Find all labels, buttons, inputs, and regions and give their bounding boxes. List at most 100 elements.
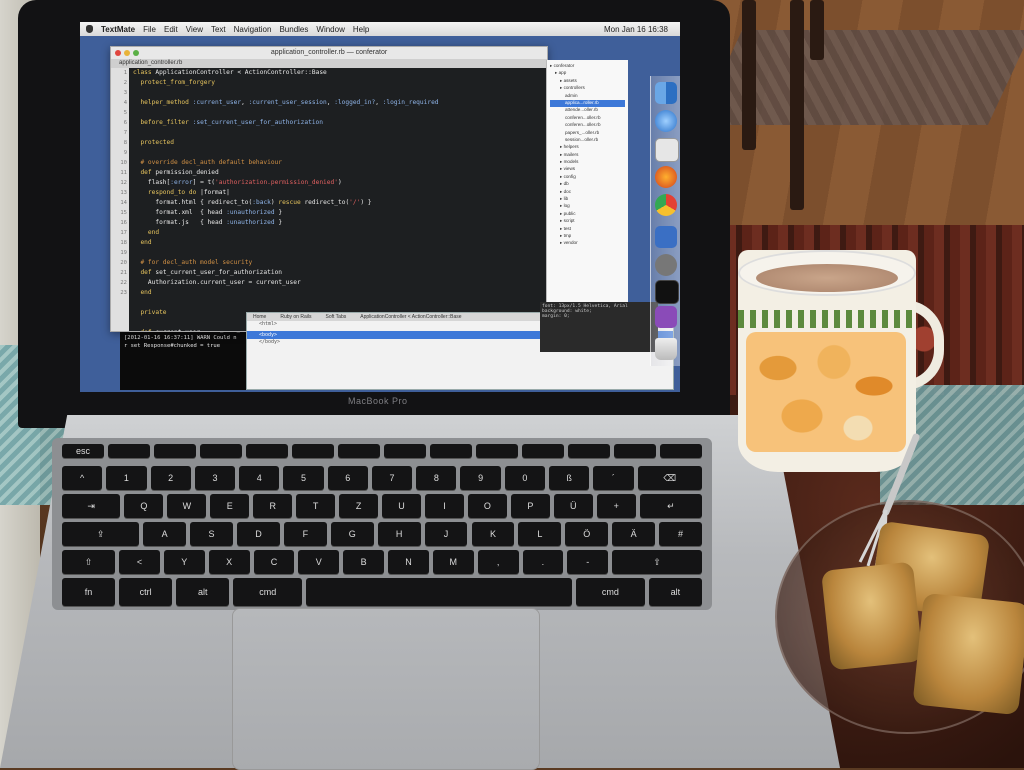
keyboard-key[interactable]: ⇥ [62, 494, 121, 518]
space-key[interactable] [306, 578, 572, 606]
code-line[interactable]: # for decl_auth model security [133, 258, 547, 268]
keyboard-key[interactable] [384, 444, 426, 458]
keyboard-key[interactable]: 7 [371, 466, 413, 490]
code-line[interactable] [133, 108, 547, 118]
chrome-icon[interactable] [655, 194, 677, 216]
code-line[interactable]: class ApplicationController < ActionCont… [133, 68, 547, 78]
trackpad[interactable] [232, 608, 540, 770]
menu-file[interactable]: File [143, 25, 156, 34]
code-line[interactable]: format.js { head :unauthorized } [133, 218, 547, 228]
keyboard-key[interactable]: Ö [565, 522, 609, 546]
network-icon[interactable] [655, 226, 677, 248]
keyboard-key[interactable] [568, 444, 610, 458]
file-tree-item[interactable]: attende...oller.rb [550, 107, 625, 114]
browser-tab[interactable]: ApplicationController < ActionController… [360, 313, 461, 321]
file-tree-item[interactable]: conferen...oller.rb [550, 115, 625, 122]
keyboard-key[interactable]: ^ [62, 466, 103, 490]
keyboard-key[interactable]: fn [62, 578, 116, 606]
finder-icon[interactable] [655, 82, 677, 104]
code-line[interactable] [133, 298, 547, 308]
keyboard-key[interactable]: + [596, 494, 636, 518]
keyboard-key[interactable]: - [567, 550, 609, 574]
code-line[interactable]: respond_to do |format| [133, 188, 547, 198]
keyboard-key[interactable] [200, 444, 242, 458]
code-line[interactable] [133, 128, 547, 138]
file-tree-item[interactable]: ▸ config [550, 174, 625, 181]
keyboard-key[interactable]: , [477, 550, 519, 574]
file-tree-item[interactable]: ▸ conferator [550, 63, 625, 70]
file-tree-item[interactable]: applica...roller.rb [550, 99, 625, 108]
keyboard-key[interactable] [522, 444, 564, 458]
code-line[interactable]: end [133, 238, 547, 248]
file-tree-item[interactable]: ▸ mailers [550, 152, 625, 159]
keyboard-key[interactable]: # [659, 522, 702, 546]
menu-clock[interactable]: Mon Jan 16 16:38 [604, 25, 680, 34]
keyboard-key[interactable]: 4 [239, 466, 280, 490]
keyboard-key[interactable]: alt [176, 578, 230, 606]
file-tree-item[interactable]: ▸ models [550, 159, 625, 166]
safari-icon[interactable] [655, 110, 677, 132]
file-tree-item[interactable]: ▸ vendor [550, 240, 625, 247]
file-tree-item[interactable]: ▸ tmp [550, 233, 625, 240]
code-line[interactable] [133, 148, 547, 158]
keyboard-key[interactable]: < [119, 550, 160, 574]
file-tree-item[interactable]: ▸ public [550, 211, 625, 218]
trash-icon[interactable] [655, 338, 677, 360]
file-tree-item[interactable]: admin [550, 93, 625, 100]
keyboard-key[interactable]: alt [648, 578, 702, 606]
code-line[interactable]: def set_current_user_for_authorization [133, 268, 547, 278]
menu-window[interactable]: Window [316, 25, 344, 34]
app-store-icon[interactable] [655, 306, 677, 328]
code-text[interactable]: class ApplicationController < ActionCont… [129, 68, 547, 331]
keyboard-key[interactable]: N [388, 550, 429, 574]
code-area[interactable]: 1 2 3 4 5 6 7 8 9 10 11 12 13 14 15 16 17 18 19 20 21 22 23 cl… [111, 68, 547, 331]
keyboard-key[interactable]: Ä [612, 522, 656, 546]
keyboard-key[interactable]: 9 [460, 466, 501, 490]
keyboard-key[interactable]: T [296, 494, 336, 518]
code-line[interactable]: helper_method :current_user, :current_us… [133, 98, 547, 108]
code-line[interactable]: flash[:error] = t('authorization.permiss… [133, 178, 547, 188]
keyboard-key[interactable]: K [471, 522, 515, 546]
keyboard-key[interactable]: ⇪ [62, 522, 140, 546]
preview-icon[interactable] [655, 138, 679, 162]
keyboard-key[interactable]: 8 [416, 466, 457, 490]
code-line[interactable]: protected [133, 138, 547, 148]
keyboard-key[interactable] [614, 444, 656, 458]
keyboard-key[interactable]: Z [339, 494, 379, 518]
file-tree-item[interactable]: ▸ app [550, 70, 625, 77]
menu-text[interactable]: Text [211, 25, 226, 34]
keyboard-key[interactable]: C [253, 550, 295, 574]
keyboard-key[interactable]: U [382, 494, 421, 518]
keyboard-key[interactable]: 0 [504, 466, 545, 490]
file-tree-item[interactable]: ▸ script [550, 218, 625, 225]
file-tree-item[interactable]: session...oller.rb [550, 137, 625, 144]
dvd-player-icon[interactable] [655, 254, 677, 276]
keyboard-key[interactable]: B [343, 550, 385, 574]
keyboard-key[interactable]: ctrl [119, 578, 173, 606]
file-tree-item[interactable]: ▸ helpers [550, 144, 625, 151]
keyboard-key[interactable] [338, 444, 380, 458]
code-line[interactable] [133, 88, 547, 98]
code-line[interactable]: end [133, 228, 547, 238]
code-line[interactable]: protect_from_forgery [133, 78, 547, 88]
keyboard-key[interactable]: R [253, 494, 293, 518]
minimize-button[interactable] [124, 50, 130, 56]
keyboard-key[interactable]: I [424, 494, 464, 518]
project-drawer[interactable]: ▸ conferator ▸ app ▸ assets ▸ controllers ad… [546, 60, 628, 310]
keyboard-key[interactable]: M [432, 550, 474, 574]
code-line[interactable]: # override decl_auth default behaviour [133, 158, 547, 168]
keyboard-key[interactable]: 3 [194, 466, 236, 490]
keyboard-key[interactable] [430, 444, 472, 458]
keyboard-key[interactable]: ⌫ [637, 466, 702, 490]
menu-navigation[interactable]: Navigation [234, 25, 272, 34]
file-tree-item[interactable]: papers_...oller.rb [550, 130, 625, 137]
keyboard-key[interactable]: ß [549, 466, 590, 490]
code-line[interactable]: Authorization.current_user = current_use… [133, 278, 547, 288]
terminal-icon[interactable] [655, 280, 679, 304]
keyboard-key[interactable]: ´ [593, 466, 634, 490]
keyboard-key[interactable]: H [377, 522, 421, 546]
keyboard-key[interactable]: X [208, 550, 250, 574]
keyboard-key[interactable]: S [190, 522, 233, 546]
keyboard-key[interactable] [660, 444, 702, 458]
keyboard-key[interactable]: V [298, 550, 340, 574]
